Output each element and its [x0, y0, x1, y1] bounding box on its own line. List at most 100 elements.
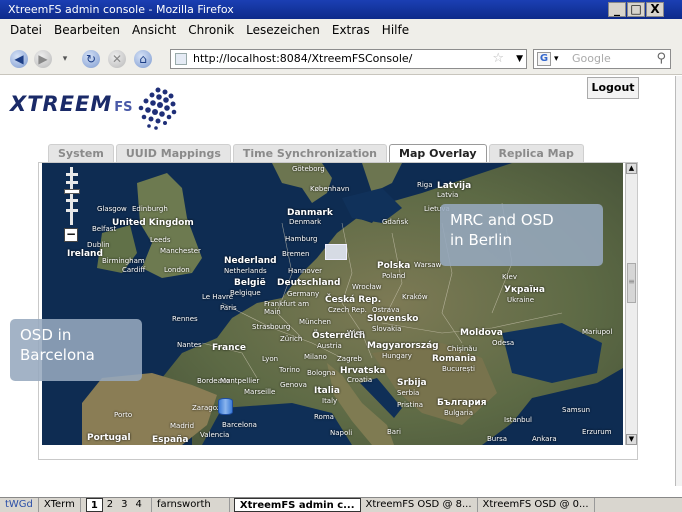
map-label: Erzurum — [582, 428, 612, 436]
map-label: Kraków — [402, 293, 428, 301]
taskbar-task-osd-2[interactable]: XtreemFS OSD @ 0... — [478, 498, 595, 512]
workspace-3[interactable]: 3 — [117, 498, 131, 512]
menu-bar: Datei Bearbeiten Ansicht Chronik Lesezei… — [0, 19, 682, 41]
close-button[interactable]: X — [646, 2, 664, 17]
minimize-button[interactable]: _ — [608, 2, 626, 17]
workspace-4[interactable]: 4 — [132, 498, 146, 512]
map-scrollbar[interactable]: ▲ ≡ ▼ — [625, 163, 637, 445]
map-label: Germany — [287, 290, 320, 298]
tab-uuid-mappings[interactable]: UUID Mappings — [115, 144, 231, 163]
taskbar-xterm[interactable]: XTerm — [39, 498, 81, 512]
logout-button[interactable]: Logout — [587, 77, 639, 99]
taskbar-start[interactable]: tWGd — [0, 498, 39, 512]
search-engine-icon[interactable]: G — [537, 52, 551, 66]
tab-bar: System UUID Mappings Time Synchronizatio… — [48, 144, 584, 163]
stop-icon[interactable]: ✕ — [108, 50, 126, 68]
map-label: Italy — [322, 397, 338, 405]
url-text: http://localhost:8084/XtreemFSConsole/ — [193, 52, 413, 65]
forward-icon[interactable]: ▶ — [34, 50, 52, 68]
map-label: Warsaw — [414, 261, 442, 269]
map-label: Portugal — [87, 433, 131, 443]
menu-extras[interactable]: Extras — [332, 23, 370, 37]
map-label: Bologna — [307, 369, 336, 377]
map-label: Deutschland — [277, 278, 341, 288]
tab-map-overlay[interactable]: Map Overlay — [389, 144, 487, 163]
history-dropdown-icon[interactable]: ▾ — [60, 50, 70, 68]
search-engine-dropdown-icon[interactable]: ▾ — [554, 50, 559, 68]
window-title-bar[interactable]: XtreemFS admin console - Mozilla Firefox… — [0, 0, 682, 19]
workspace-2[interactable]: 2 — [103, 498, 117, 512]
bookmark-star-icon[interactable]: ☆ — [492, 50, 504, 68]
taskbar: tWGd XTerm 1 2 3 4 farnsworth XtreemFS a… — [0, 497, 682, 512]
map-label: Chişinău — [447, 345, 478, 353]
menu-bearbeiten[interactable]: Bearbeiten — [54, 23, 120, 37]
map-label: Mariupol — [582, 328, 613, 336]
map-label: Austria — [317, 342, 342, 350]
url-bar[interactable]: http://localhost:8084/XtreemFSConsole/ ☆… — [170, 49, 527, 69]
logo-globe-icon — [138, 87, 177, 130]
callout-line: OSD in — [20, 326, 72, 344]
map-label: Moldova — [460, 328, 503, 338]
map-label: Rennes — [172, 315, 198, 323]
tab-system[interactable]: System — [48, 144, 114, 163]
map-label: Paris — [220, 304, 237, 312]
menu-hilfe[interactable]: Hilfe — [382, 23, 409, 37]
scroll-up-icon[interactable]: ▲ — [626, 163, 637, 174]
map-label: Madrid — [170, 422, 195, 430]
map-label: Czech Rep. — [328, 306, 367, 314]
menu-chronik[interactable]: Chronik — [188, 23, 234, 37]
map-label: Strasbourg — [252, 323, 291, 331]
map-label: Genova — [280, 381, 307, 389]
map-label: Pristina — [397, 401, 423, 409]
home-icon[interactable]: ⌂ — [134, 50, 152, 68]
zoom-slider-handle[interactable] — [64, 189, 80, 194]
berlin-callout: MRC and OSD in Berlin — [440, 204, 603, 266]
map-label: Samsun — [562, 406, 591, 414]
map-label: Gdańsk — [382, 218, 409, 226]
map-label: Belgique — [230, 289, 261, 297]
url-dropdown-icon[interactable]: ▼ — [516, 50, 523, 68]
menu-ansicht[interactable]: Ansicht — [132, 23, 176, 37]
back-icon[interactable]: ◀ — [10, 50, 28, 68]
map-label: Le Havre — [202, 293, 234, 301]
map-label: Ostrava — [372, 306, 400, 314]
maximize-button[interactable]: □ — [627, 2, 645, 17]
map-label: Latvia — [437, 191, 459, 199]
taskbar-task-admin[interactable]: XtreemFS admin c... — [233, 498, 361, 512]
scroll-thumb[interactable]: ≡ — [627, 263, 636, 303]
map-label: Ukraine — [507, 296, 535, 304]
taskbar-task-osd-1[interactable]: XtreemFS OSD @ 8... — [361, 498, 478, 512]
map-label: Leeds — [150, 236, 171, 244]
map-label: Bremen — [282, 250, 310, 258]
map-label: Lyon — [262, 355, 279, 363]
map-label: Göteborg — [292, 165, 325, 173]
reload-icon[interactable]: ↻ — [82, 50, 100, 68]
search-input[interactable]: G ▾ Google ⚲ — [533, 49, 671, 69]
map-zoom-control[interactable]: − — [64, 165, 80, 245]
barcelona-marker[interactable] — [218, 398, 233, 415]
tab-replica-map[interactable]: Replica Map — [488, 144, 584, 163]
map-label: България — [437, 398, 487, 408]
map-label: Nantes — [177, 341, 202, 349]
logo-main-text: XTREEM — [10, 92, 113, 116]
map-label: Zürich — [280, 335, 303, 343]
map-label: Belfast — [92, 225, 117, 233]
map-label: Danmark — [287, 208, 333, 218]
page-scrollbar[interactable] — [675, 76, 682, 486]
menu-datei[interactable]: Datei — [10, 23, 42, 37]
berlin-marker[interactable] — [325, 244, 347, 260]
workspace-1[interactable]: 1 — [85, 498, 103, 512]
zoom-out-button[interactable]: − — [64, 228, 78, 242]
scroll-down-icon[interactable]: ▼ — [626, 434, 637, 445]
map-label: Edinburgh — [132, 205, 168, 213]
map-label: Bari — [387, 428, 401, 436]
callout-line: Barcelona — [20, 346, 95, 364]
map-label: Zagreb — [337, 355, 363, 363]
map-label: Srbija — [397, 378, 427, 388]
tab-time-synchronization[interactable]: Time Synchronization — [232, 144, 388, 163]
menu-lesezeichen[interactable]: Lesezeichen — [246, 23, 320, 37]
map-label: Wrocław — [352, 283, 382, 291]
callout-line: in Berlin — [450, 231, 512, 249]
search-icon[interactable]: ⚲ — [656, 50, 666, 68]
map-label: Denmark — [289, 218, 322, 226]
